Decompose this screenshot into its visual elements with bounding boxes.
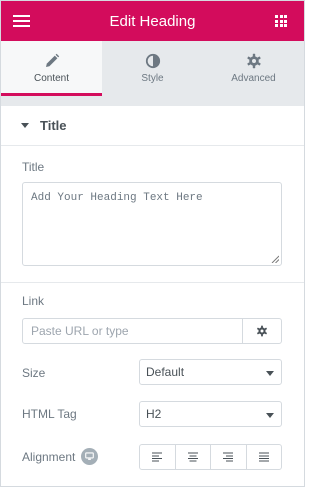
tab-style-label: Style [141,73,164,84]
align-left-button[interactable] [140,445,176,469]
tab-content-label: Content [33,73,70,84]
html-tag-select[interactable]: H2 [139,401,282,427]
align-justify-button[interactable] [247,445,282,469]
chevron-down-icon [266,413,274,418]
monitor-icon [85,452,94,460]
tab-content[interactable]: Content [1,41,102,96]
panel-tabs: Content Style Advanced [1,41,304,96]
title-field-label: Title [22,160,45,174]
link-options-button[interactable] [242,318,282,344]
align-right-icon [223,452,234,462]
gear-icon [246,53,261,69]
tab-advanced[interactable]: Advanced [203,41,304,96]
panel-title: Edit Heading [109,12,196,30]
resize-handle-icon[interactable] [271,255,279,263]
tab-advanced-label: Advanced [231,73,276,84]
section-title-toggle[interactable]: Title [1,106,304,146]
tab-separator [1,96,304,106]
link-field-label: Link [22,294,45,308]
editor-panel: Edit Heading Content Style Advanced Titl… [0,0,305,487]
link-url-input[interactable]: Paste URL or type [22,318,243,344]
size-select[interactable]: Default [139,359,282,385]
caret-down-icon [21,123,29,128]
html-tag-field-label: HTML Tag [22,407,77,421]
align-center-button[interactable] [176,445,211,469]
section-title-label: Title [40,118,67,133]
responsive-desktop-icon[interactable] [81,448,98,465]
link-placeholder: Paste URL or type [31,324,129,338]
size-field-label: Size [22,366,46,380]
pencil-icon [45,53,59,67]
align-justify-icon [258,452,269,462]
html-tag-select-value: H2 [146,407,162,421]
size-select-value: Default [146,365,185,379]
title-placeholder: Add Your Heading Text Here [31,192,203,204]
tab-style[interactable]: Style [102,41,203,96]
section-divider [1,282,304,283]
hamburger-icon[interactable] [13,15,30,27]
align-center-icon [187,452,198,462]
grid-icon[interactable] [275,15,287,27]
half-circle-icon [145,53,160,69]
align-left-icon [152,452,163,462]
align-right-button[interactable] [211,445,247,469]
title-textarea[interactable]: Add Your Heading Text Here [22,182,282,266]
chevron-down-icon [266,371,274,376]
panel-header: Edit Heading [1,1,304,41]
gear-icon [257,325,267,337]
alignment-field-label: Alignment [22,450,76,464]
alignment-button-group [139,444,282,470]
